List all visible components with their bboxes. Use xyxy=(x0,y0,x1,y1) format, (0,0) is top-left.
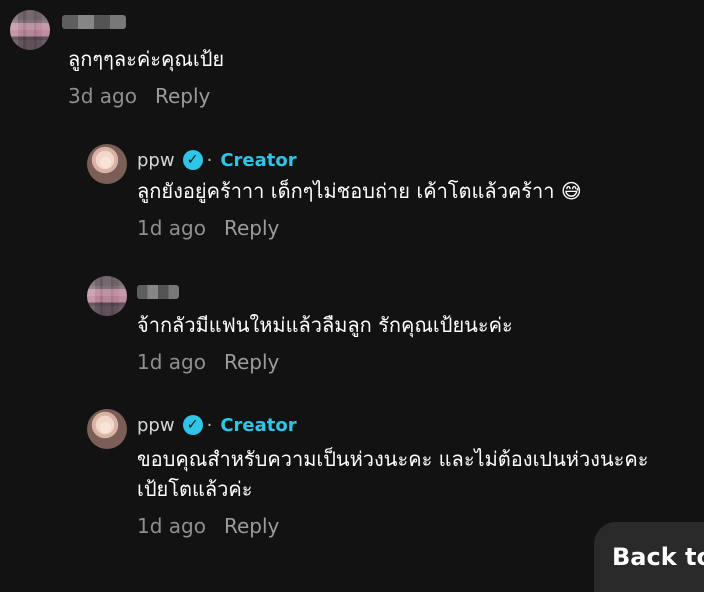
comment-meta: 1d ago Reply xyxy=(137,514,279,538)
separator-dot: · xyxy=(206,414,213,436)
comment-4: ppw ✓ · Creator ขอบคุณสำหรับความเป็นห่วง… xyxy=(0,0,704,573)
back-to-button[interactable]: Back to xyxy=(594,522,704,592)
avatar-creator xyxy=(87,409,127,449)
comment-text-line-1: ขอบคุณสำหรับความเป็นห่วงนะคะ และไม่ต้องเ… xyxy=(137,447,649,471)
back-to-label: Back to xyxy=(612,543,704,571)
reply-button[interactable]: Reply xyxy=(224,514,279,538)
verified-check-icon: ✓ xyxy=(182,415,203,435)
comment-time: 1d ago xyxy=(137,514,206,538)
username: ppw xyxy=(137,414,175,436)
username-row: ppw ✓ · Creator xyxy=(137,411,297,439)
comment-text-line-2: เป้ยโตแล้วค่ะ xyxy=(137,477,253,501)
creator-label: Creator xyxy=(220,414,297,436)
